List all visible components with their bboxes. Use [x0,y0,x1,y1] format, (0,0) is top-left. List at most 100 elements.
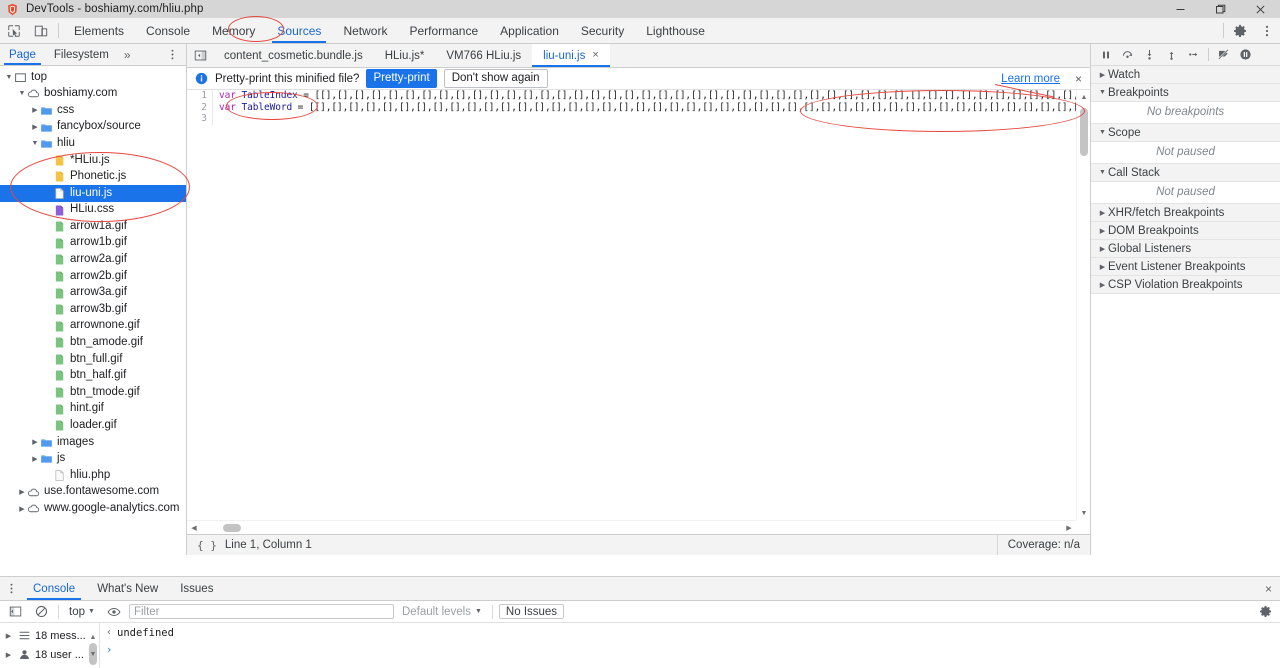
scroll-left-icon[interactable]: ◀ [187,521,201,534]
console-sidebar-scrollbar[interactable]: ▲ ▼ [87,623,99,668]
chevron-right-icon[interactable]: ▶ [17,505,27,513]
code-lines[interactable]: 1var TableIndex = [[],[],[],[],[],[],[],… [187,90,1076,520]
scroll-up-icon[interactable]: ▲ [1077,90,1090,104]
tree-item-arrow3b-gif[interactable]: arrow3b.gif [0,301,186,318]
tab-network[interactable]: Network [332,18,398,43]
inspect-element-icon[interactable] [0,18,27,43]
chevron-right-icon[interactable]: ▶ [1097,209,1108,217]
log-levels-selector[interactable]: Default levels ▼ [398,606,486,618]
tab-performance[interactable]: Performance [398,18,489,43]
debugger-section-watch[interactable]: ▶Watch [1091,66,1280,84]
navigator-tab-page[interactable]: Page [0,44,45,65]
pause-icon[interactable] [1095,45,1116,65]
scroll-up-icon[interactable]: ▲ [87,631,99,643]
pause-on-exceptions-icon[interactable] [1235,45,1256,65]
deactivate-breakpoints-icon[interactable] [1213,45,1234,65]
chevron-down-icon[interactable]: ▼ [30,140,40,147]
editor-tab-vm766-hliu-js[interactable]: VM766 HLiu.js [435,44,532,67]
console-sidebar-item[interactable]: ▶18 mess... [0,626,99,645]
debugger-section-xhr-fetch-breakpoints[interactable]: ▶XHR/fetch Breakpoints [1091,204,1280,222]
scroll-down-icon[interactable]: ▼ [87,648,99,660]
issues-badge[interactable]: No Issues [499,604,564,619]
chevron-down-icon[interactable]: ▼ [4,74,14,81]
chevron-down-icon[interactable]: ▼ [17,90,27,97]
kebab-menu-icon[interactable] [0,577,22,600]
drawer-tab-issues[interactable]: Issues [169,577,224,600]
chevron-right-icon[interactable]: ▶ [30,106,40,114]
console-sidebar-item[interactable]: ▶18 user ... [0,645,99,664]
chevron-right-icon[interactable]: ▶ [1097,263,1108,271]
step-over-icon[interactable] [1117,45,1138,65]
gear-icon[interactable] [1226,18,1253,43]
step-icon[interactable] [1183,45,1204,65]
tab-memory[interactable]: Memory [201,18,266,43]
tab-sources[interactable]: Sources [266,18,332,43]
tree-item-btn-half-gif[interactable]: btn_half.gif [0,368,186,385]
line-content[interactable]: var TableWord = [[],[],[],[],[],[],[],[]… [213,102,1076,114]
gear-icon[interactable] [1254,605,1276,618]
tree-item-arrownone-gif[interactable]: arrownone.gif [0,318,186,335]
horizontal-scrollbar[interactable]: ◀ ▶ [187,520,1076,534]
debugger-section-csp-violation-breakpoints[interactable]: ▶CSP Violation Breakpoints [1091,276,1280,294]
filter-input[interactable] [129,604,394,619]
editor-tab-liu-uni-js[interactable]: liu-uni.js× [532,44,610,67]
tree-item-btn-amode-gif[interactable]: btn_amode.gif [0,335,186,352]
execution-context-selector[interactable]: top ▼ [65,606,99,618]
code-line[interactable]: 3 [187,113,1076,125]
tree-item-liu-uni-js[interactable]: liu-uni.js [0,185,186,202]
console-sidebar-icon[interactable] [4,602,26,622]
live-expression-icon[interactable] [103,602,125,622]
tab-console[interactable]: Console [135,18,201,43]
drawer-tab-console[interactable]: Console [22,577,86,600]
chevron-right-icon[interactable]: ▶ [3,651,14,659]
tree-item--hliu-js[interactable]: *HLiu.js [0,152,186,169]
debugger-section-scope[interactable]: ▼Scope [1091,124,1280,142]
tree-item-css[interactable]: ▶css [0,102,186,119]
debugger-section-global-listeners[interactable]: ▶Global Listeners [1091,240,1280,258]
tree-item-hliu-php[interactable]: hliu.php [0,467,186,484]
editor-tab-content-cosmetic-bundle-js[interactable]: content_cosmetic.bundle.js [213,44,374,67]
tab-security[interactable]: Security [570,18,635,43]
close-icon[interactable]: × [1257,577,1280,600]
debugger-section-call-stack[interactable]: ▼Call Stack [1091,164,1280,182]
chevron-right-icon[interactable]: ▶ [30,123,40,131]
chevron-right-icon[interactable]: ▶ [30,455,40,463]
chevron-right-icon[interactable]: ▶ [1097,245,1108,253]
console-output[interactable]: ‹undefined › [100,623,1280,668]
show-navigator-icon[interactable] [187,44,213,67]
code-line[interactable]: 1var TableIndex = [[],[],[],[],[],[],[],… [187,90,1076,102]
tree-item-use-fontawesome-com[interactable]: ▶use.fontawesome.com [0,484,186,501]
tree-item-arrow1b-gif[interactable]: arrow1b.gif [0,235,186,252]
tree-item-btn-tmode-gif[interactable]: btn_tmode.gif [0,384,186,401]
horizontal-scroll-thumb[interactable] [223,524,241,532]
clear-console-icon[interactable] [30,602,52,622]
navigator-tab-filesystem[interactable]: Filesystem [45,44,118,65]
tree-item-js[interactable]: ▶js [0,451,186,468]
debugger-section-event-listener-breakpoints[interactable]: ▶Event Listener Breakpoints [1091,258,1280,276]
dont-show-again-button[interactable]: Don't show again [444,69,548,88]
step-into-icon[interactable] [1139,45,1160,65]
tree-item-arrow2a-gif[interactable]: arrow2a.gif [0,252,186,269]
vertical-scroll-thumb[interactable] [1080,108,1088,156]
drawer-tab-what-s-new[interactable]: What's New [86,577,169,600]
vertical-scrollbar[interactable]: ▲ ▼ [1076,90,1090,520]
tree-item-fancybox-source[interactable]: ▶fancybox/source [0,119,186,136]
scroll-right-icon[interactable]: ▶ [1062,521,1076,534]
device-toolbar-icon[interactable] [27,18,54,43]
scroll-down-icon[interactable]: ▼ [1077,506,1090,520]
tree-item-arrow3a-gif[interactable]: arrow3a.gif [0,285,186,302]
tree-item-www-google-analytics-com[interactable]: ▶www.google-analytics.com [0,500,186,517]
code-viewer[interactable]: 1var TableIndex = [[],[],[],[],[],[],[],… [187,90,1090,534]
kebab-menu-icon[interactable] [159,44,186,65]
tree-item-boshiamy-com[interactable]: ▼boshiamy.com [0,86,186,103]
debugger-section-dom-breakpoints[interactable]: ▶DOM Breakpoints [1091,222,1280,240]
console-prompt[interactable]: › [100,641,1280,656]
tree-item-hint-gif[interactable]: hint.gif [0,401,186,418]
close-icon[interactable]: × [1075,73,1082,85]
tree-item-hliu-css[interactable]: HLiu.css [0,202,186,219]
kebab-menu-icon[interactable] [1253,18,1280,43]
tree-item-arrow2b-gif[interactable]: arrow2b.gif [0,268,186,285]
chevron-right-icon[interactable]: ▶ [30,438,40,446]
chevron-right-icon[interactable]: ▶ [17,488,27,496]
tree-item-phonetic-js[interactable]: Phonetic.js [0,169,186,186]
